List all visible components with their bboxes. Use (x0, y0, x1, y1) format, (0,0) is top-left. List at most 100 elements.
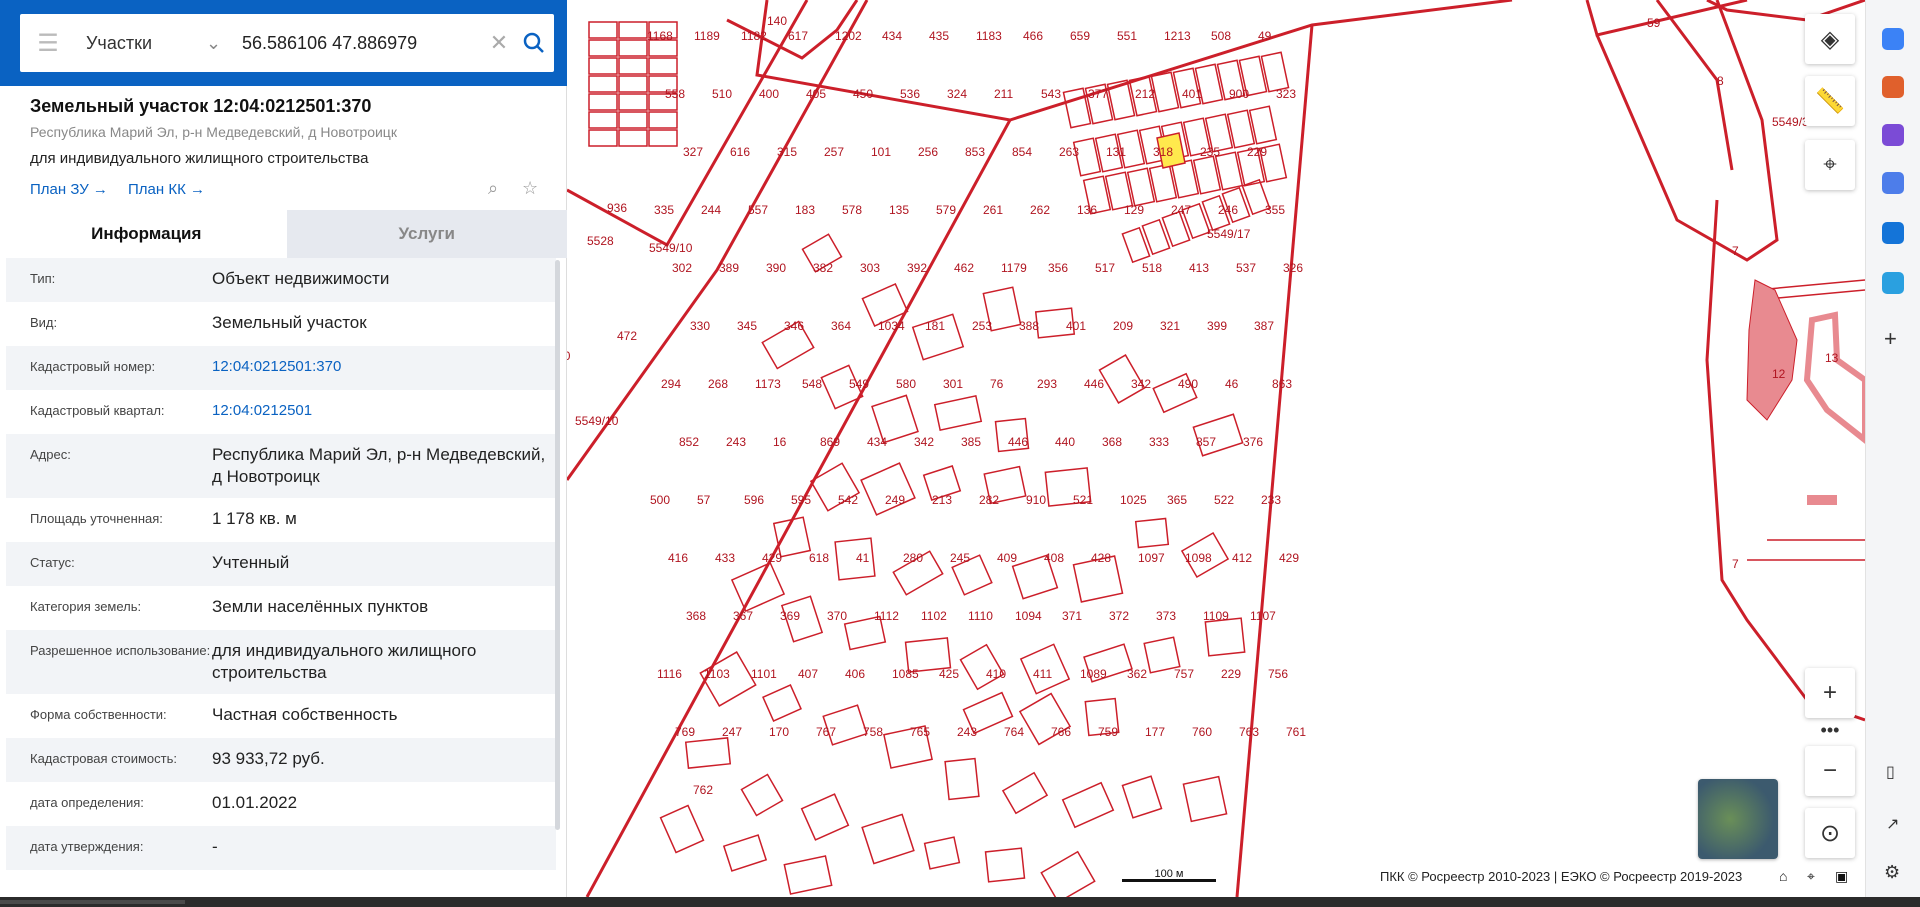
parcel-outline[interactable] (1134, 517, 1170, 549)
parcel-outline[interactable] (618, 111, 648, 129)
parcel-outline[interactable] (588, 75, 618, 93)
plan-kk-link[interactable]: План КК → (128, 181, 205, 198)
map-canvas[interactable]: 5549/10 5549/10 5549/10 5549/17 5549/3 59 8 7 7 1… (567, 0, 1865, 897)
parcel-outline[interactable] (588, 21, 618, 39)
parcel-outline[interactable] (861, 813, 915, 865)
parcel-outline[interactable] (800, 793, 850, 841)
parcel-outline[interactable] (783, 855, 833, 895)
info-panel: ☰ Участки ⌄ 56.586106 47.886979 ✕ Земель… (0, 0, 567, 897)
parcel-outline[interactable] (1061, 781, 1115, 829)
more-icon[interactable]: ••• (1805, 721, 1855, 742)
row-label: Форма собственности: (30, 707, 167, 722)
search-input[interactable]: 56.586106 47.886979 (232, 33, 484, 54)
zoom-to-object-icon[interactable]: ⌕ (488, 178, 498, 199)
external-link-icon[interactable]: ↗ (1886, 814, 1899, 834)
parcel-outline[interactable] (933, 395, 983, 431)
compass-icon[interactable]: ⊙ (1805, 808, 1855, 858)
parcel-outline[interactable] (618, 93, 648, 111)
parcel-outline[interactable] (860, 462, 916, 516)
parcel-label: 13 (1825, 351, 1839, 365)
parcel-label: 757 (1174, 667, 1194, 681)
parcel-outline[interactable] (1121, 775, 1163, 819)
parcel-label: 428 (1091, 551, 1111, 565)
parcel-label: 1182 (741, 29, 767, 43)
parcel-outline[interactable] (618, 57, 648, 75)
parcel-label: 900 (1229, 87, 1249, 101)
parcel-outline[interactable] (1182, 775, 1228, 823)
chevron-down-icon[interactable]: ⌄ (206, 33, 232, 54)
scrollbar[interactable] (555, 260, 560, 830)
menu-icon[interactable]: ☰ (20, 14, 76, 72)
parcel-outline[interactable] (984, 847, 1026, 883)
close-icon[interactable]: ✕ (484, 30, 514, 56)
row-label: Адрес: (30, 447, 71, 462)
row-label: Статус: (30, 555, 75, 570)
parcel-label: 1173 (755, 377, 781, 391)
parcel-outline[interactable] (648, 57, 678, 75)
parcel-label: 373 (1156, 609, 1176, 623)
parcel-label: 245 (950, 551, 970, 565)
cadastral-map[interactable]: 5549/10 5549/10 5549/10 5549/17 5549/3 59 8 7 7 1… (567, 0, 1865, 897)
parcel-outline[interactable] (684, 737, 732, 769)
parcel-outline[interactable] (588, 111, 618, 129)
parcel-outline[interactable] (740, 773, 784, 817)
parcel-outline[interactable] (648, 111, 678, 129)
cadastral-quarter-link[interactable]: 12:04:0212501 (212, 400, 556, 424)
parcel-outline[interactable] (722, 834, 768, 872)
browser-sidebar: + ▯ ↗ ⚙ (1865, 0, 1920, 897)
parcel-label: 1110 (968, 609, 993, 623)
parcel-label: 413 (1189, 261, 1209, 275)
ruler-icon[interactable]: 📏 (1805, 76, 1855, 126)
parcel-outline[interactable] (618, 21, 648, 39)
parcel-outline[interactable] (659, 804, 705, 854)
plan-zu-link[interactable]: План ЗУ → (30, 181, 108, 198)
parcel-outline[interactable] (588, 129, 618, 147)
parcel-outline[interactable] (730, 561, 786, 613)
row-label: Кадастровый квартал: (30, 403, 165, 418)
crosshair-icon[interactable]: ⌖ (1807, 868, 1815, 885)
minimap[interactable] (1698, 779, 1778, 859)
tab-info[interactable]: Информация (6, 210, 287, 258)
parcel-outline[interactable] (648, 129, 678, 147)
parcel-outline[interactable] (618, 75, 648, 93)
parcel-outline[interactable] (923, 836, 961, 870)
parcel-outline[interactable] (588, 39, 618, 57)
parcel-label: 1101 (751, 667, 777, 681)
gear-icon[interactable]: ⚙ (1884, 862, 1900, 883)
row-value: 1 178 кв. м (212, 509, 297, 528)
zoom-out-button[interactable]: − (1805, 746, 1855, 796)
search-type-select[interactable]: Участки (76, 33, 206, 54)
chess-icon[interactable] (1882, 124, 1904, 146)
parcel-outline[interactable] (1204, 617, 1246, 657)
parcel-outline[interactable] (588, 93, 618, 111)
tag-icon[interactable] (1882, 28, 1904, 50)
tab-services[interactable]: Услуги (286, 210, 567, 258)
parcel-outline[interactable] (618, 39, 648, 57)
layers-icon[interactable]: ◈ (1805, 14, 1855, 64)
parcel-label: 209 (1113, 319, 1133, 333)
briefcase-icon[interactable] (1882, 76, 1904, 98)
plus-icon[interactable]: + (1884, 326, 1897, 352)
parcel-outline[interactable] (762, 684, 802, 722)
parcel-outline[interactable] (618, 129, 648, 147)
search-icon[interactable] (514, 32, 554, 54)
parcel-label: 543 (1041, 87, 1061, 101)
parcel-label: 1202 (835, 29, 862, 43)
cadastral-number-link[interactable]: 12:04:0212501:370 (212, 356, 556, 380)
outlook-icon[interactable] (1882, 222, 1904, 244)
parcel-label: 229 (1247, 145, 1267, 159)
fullscreen-icon[interactable]: ▣ (1835, 868, 1848, 885)
parcel-outline[interactable] (1040, 850, 1096, 897)
sidebar-toggle-icon[interactable]: ▯ (1886, 762, 1895, 782)
parcel-outline[interactable] (588, 57, 618, 75)
zoom-in-button[interactable]: + (1805, 668, 1855, 718)
copilot-icon[interactable] (1882, 172, 1904, 194)
parcel-outline[interactable] (1001, 771, 1049, 815)
home-icon[interactable]: ⌂ (1779, 868, 1787, 884)
parcel-label: 369 (780, 609, 800, 623)
send-icon[interactable] (1882, 272, 1904, 294)
parcel-outline[interactable] (944, 757, 980, 801)
parcel-label: 1183 (976, 29, 1002, 43)
locate-icon[interactable]: ⌖ (1805, 140, 1855, 190)
star-icon[interactable]: ☆ (522, 178, 538, 199)
